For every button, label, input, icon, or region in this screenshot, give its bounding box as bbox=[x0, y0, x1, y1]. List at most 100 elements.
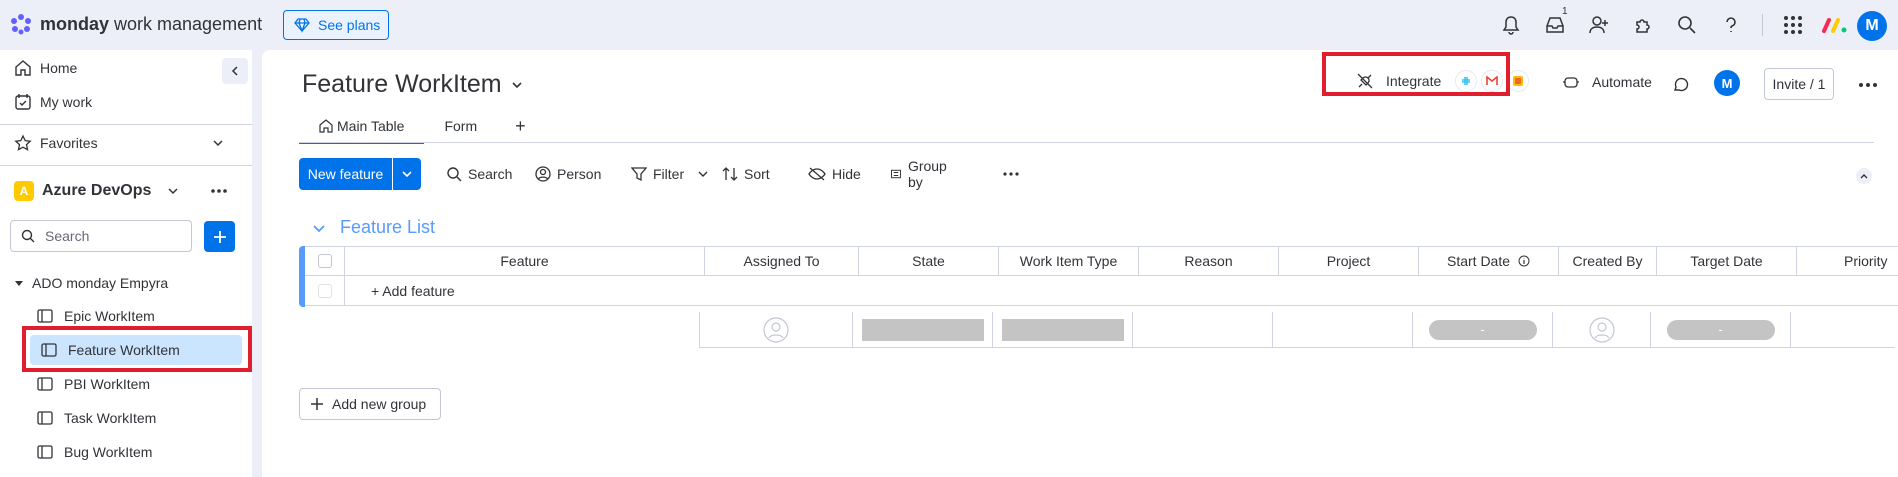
board-label: Task WorkItem bbox=[64, 410, 157, 426]
sidebar-board-pbi[interactable]: PBI WorkItem bbox=[36, 369, 150, 399]
collapse-header-icon[interactable] bbox=[1856, 168, 1872, 184]
more-options-icon[interactable] bbox=[1858, 82, 1878, 88]
column-header[interactable]: Work Item Type bbox=[999, 246, 1139, 276]
column-header[interactable]: Feature bbox=[345, 246, 705, 276]
help-icon[interactable] bbox=[1720, 14, 1742, 36]
monday-product-icon[interactable] bbox=[1822, 16, 1848, 34]
add-view-button[interactable]: + bbox=[497, 110, 546, 142]
select-all-checkbox[interactable] bbox=[317, 254, 332, 268]
column-header[interactable]: State bbox=[859, 246, 999, 276]
workspace-initial: A bbox=[14, 181, 34, 201]
status-summary-bar bbox=[861, 318, 984, 341]
sidebar-search-placeholder: Search bbox=[45, 228, 90, 244]
sort-tool[interactable]: Sort bbox=[722, 158, 770, 190]
see-plans-button[interactable]: See plans bbox=[283, 10, 389, 40]
sidebar-folder[interactable]: ADO monday Empyra bbox=[14, 275, 168, 291]
sidebar-search-input[interactable]: Search bbox=[10, 220, 192, 252]
invite-button[interactable]: Invite / 1 bbox=[1764, 68, 1834, 100]
sidebar-item-my-work[interactable]: My work bbox=[14, 93, 92, 111]
more-options-icon[interactable] bbox=[1002, 171, 1020, 177]
column-header[interactable]: Reason bbox=[1139, 246, 1279, 276]
tabs-divider bbox=[299, 142, 1874, 143]
select-all-checkbox-cell[interactable] bbox=[305, 246, 345, 276]
caret-down-icon bbox=[15, 281, 23, 286]
column-header[interactable]: Target Date bbox=[1657, 246, 1797, 276]
bell-icon[interactable] bbox=[1500, 14, 1522, 36]
column-header[interactable]: Priority bbox=[1797, 246, 1898, 276]
sidebar-item-favorites[interactable]: Favorites bbox=[14, 134, 228, 152]
monday-logo-icon bbox=[11, 14, 31, 35]
new-item-button[interactable]: New feature bbox=[299, 158, 421, 190]
search-icon bbox=[21, 229, 35, 243]
summary-target-date: - bbox=[1651, 312, 1791, 348]
add-item-input[interactable]: + Add feature bbox=[345, 276, 1898, 306]
sort-icon bbox=[722, 167, 738, 181]
sidebar-board-task[interactable]: Task WorkItem bbox=[36, 403, 156, 433]
group-header[interactable]: Feature List bbox=[312, 217, 435, 238]
chevron-down-icon bbox=[213, 140, 223, 147]
summary-created-by bbox=[1553, 312, 1651, 348]
sidebar-divider bbox=[0, 124, 252, 125]
add-new-group-button[interactable]: Add new group bbox=[299, 388, 441, 420]
board-title[interactable]: Feature WorkItem bbox=[302, 70, 524, 99]
filter-label: Filter bbox=[653, 166, 685, 182]
new-item-dropdown[interactable] bbox=[393, 168, 421, 180]
sidebar-item-home[interactable]: Home bbox=[14, 59, 77, 77]
comment-icon[interactable] bbox=[1672, 76, 1690, 94]
eye-off-icon bbox=[808, 167, 826, 181]
chevron-down-icon bbox=[168, 188, 178, 195]
summary-reason bbox=[1133, 312, 1273, 348]
person-filter[interactable]: Person bbox=[535, 158, 601, 190]
sidebar-favorites-label: Favorites bbox=[40, 135, 98, 151]
summary-row: - - bbox=[699, 312, 1895, 348]
hide-label: Hide bbox=[832, 166, 861, 182]
search-icon bbox=[447, 167, 462, 182]
invite-members-icon[interactable] bbox=[1588, 14, 1610, 36]
add-group-label: Add new group bbox=[332, 396, 427, 412]
tab-form[interactable]: Form bbox=[424, 110, 497, 142]
group-title: Feature List bbox=[340, 217, 436, 237]
filter-tool[interactable]: Filter bbox=[631, 158, 714, 190]
inbox-icon[interactable] bbox=[1544, 14, 1566, 36]
user-avatar[interactable]: M bbox=[1857, 11, 1887, 41]
info-icon[interactable] bbox=[1518, 255, 1530, 267]
photos-icon bbox=[1507, 70, 1530, 92]
view-tabs: Main Table Form + bbox=[299, 110, 546, 144]
search-icon[interactable] bbox=[1676, 14, 1698, 36]
filter-icon bbox=[631, 167, 647, 182]
sidebar-board-bug[interactable]: Bug WorkItem bbox=[36, 437, 152, 467]
monday-logo[interactable]: monday work management bbox=[10, 13, 262, 35]
add-item-button[interactable] bbox=[204, 221, 235, 252]
status-summary-bar bbox=[1001, 318, 1124, 341]
board-owner-avatar[interactable]: M bbox=[1714, 70, 1740, 96]
plus-icon bbox=[213, 230, 226, 243]
collapse-sidebar-button[interactable] bbox=[222, 58, 248, 84]
search-tool-label: Search bbox=[468, 166, 513, 182]
column-header-start-date[interactable]: Start Date bbox=[1419, 246, 1559, 276]
column-header[interactable]: Assigned To bbox=[705, 246, 859, 276]
app-grid-icon[interactable] bbox=[1782, 14, 1804, 36]
board-toolbar: New feature Search Person Filter Sort Hi… bbox=[299, 158, 1019, 190]
brand-rest: work management bbox=[109, 13, 263, 34]
new-item-label: New feature bbox=[299, 158, 393, 190]
group-by-tool[interactable]: Group by bbox=[890, 158, 951, 190]
more-options-icon[interactable] bbox=[210, 188, 228, 194]
apps-puzzle-icon[interactable] bbox=[1632, 14, 1654, 36]
column-header[interactable]: Project bbox=[1279, 246, 1419, 276]
board-title-text: Feature WorkItem bbox=[302, 70, 502, 98]
workspace-selector[interactable]: A Azure DevOps bbox=[14, 181, 234, 201]
sort-label: Sort bbox=[744, 166, 770, 182]
date-summary-pill: - bbox=[1666, 319, 1775, 340]
column-header[interactable]: Created By bbox=[1559, 246, 1657, 276]
tab-main-table[interactable]: Main Table bbox=[299, 110, 425, 144]
automate-label: Automate bbox=[1592, 74, 1652, 90]
see-plans-label: See plans bbox=[318, 17, 381, 33]
person-icon bbox=[535, 166, 551, 182]
hide-tool[interactable]: Hide bbox=[808, 158, 861, 190]
brand-bold: monday bbox=[40, 13, 110, 34]
search-tool[interactable]: Search bbox=[446, 158, 512, 190]
automate-button[interactable]: Automate bbox=[1562, 74, 1652, 90]
board-icon bbox=[37, 445, 53, 459]
row-checkbox-cell bbox=[305, 276, 345, 306]
diamond-icon bbox=[294, 18, 310, 33]
